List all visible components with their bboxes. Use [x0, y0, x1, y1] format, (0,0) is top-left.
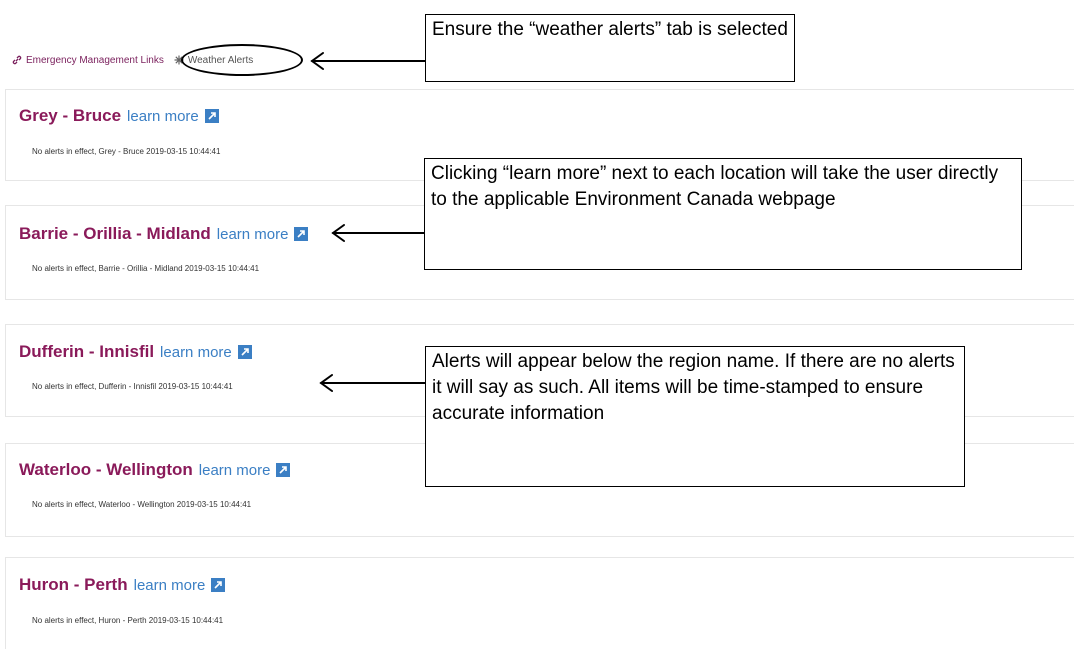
region-title: Waterloo - Wellington learn more [19, 460, 291, 480]
learn-more-link[interactable]: learn more [127, 108, 199, 125]
region-title: Dufferin - Innisfil learn more [19, 342, 252, 362]
callout-tab: Ensure the “weather alerts” tab is selec… [425, 14, 795, 82]
selection-ellipse [181, 44, 303, 76]
region-name: Grey - Bruce [19, 106, 122, 125]
arrow-to-tab [310, 52, 426, 70]
external-link-icon[interactable] [237, 345, 252, 359]
alert-status: No alerts in effect, Grey - Bruce 2019-0… [32, 147, 221, 156]
region-name: Waterloo - Wellington [19, 460, 193, 479]
learn-more-link[interactable]: learn more [134, 577, 206, 594]
link-icon [12, 55, 22, 65]
callout-learn-more: Clicking “learn more” next to each locat… [424, 158, 1022, 270]
alert-status: No alerts in effect, Huron - Perth 2019-… [32, 616, 224, 625]
external-link-icon[interactable] [294, 227, 309, 241]
alert-status: No alerts in effect, Waterloo - Wellingt… [32, 500, 252, 509]
learn-more-link[interactable]: learn more [199, 462, 271, 479]
region-name: Barrie - Orillia - Midland [19, 224, 211, 243]
tab-emergency-management-links[interactable]: Emergency Management Links [12, 55, 164, 66]
region-name: Huron - Perth [19, 575, 128, 594]
external-link-icon[interactable] [211, 578, 226, 592]
learn-more-link[interactable]: learn more [217, 226, 289, 243]
callout-alerts: Alerts will appear below the region name… [425, 346, 965, 487]
region-title: Barrie - Orillia - Midland learn more [19, 224, 309, 244]
external-link-icon[interactable] [204, 109, 219, 123]
alert-status: No alerts in effect, Dufferin - Innisfil… [32, 382, 233, 391]
external-link-icon[interactable] [276, 463, 291, 477]
alert-status: No alerts in effect, Barrie - Orillia - … [32, 264, 260, 273]
region-title: Grey - Bruce learn more [19, 106, 219, 126]
region-name: Dufferin - Innisfil [19, 342, 155, 361]
region-title: Huron - Perth learn more [19, 575, 226, 595]
tab-links-label: Emergency Management Links [26, 54, 164, 66]
region-card: Huron - Perth learn more No alerts in ef… [5, 557, 1074, 649]
learn-more-link[interactable]: learn more [160, 344, 232, 361]
